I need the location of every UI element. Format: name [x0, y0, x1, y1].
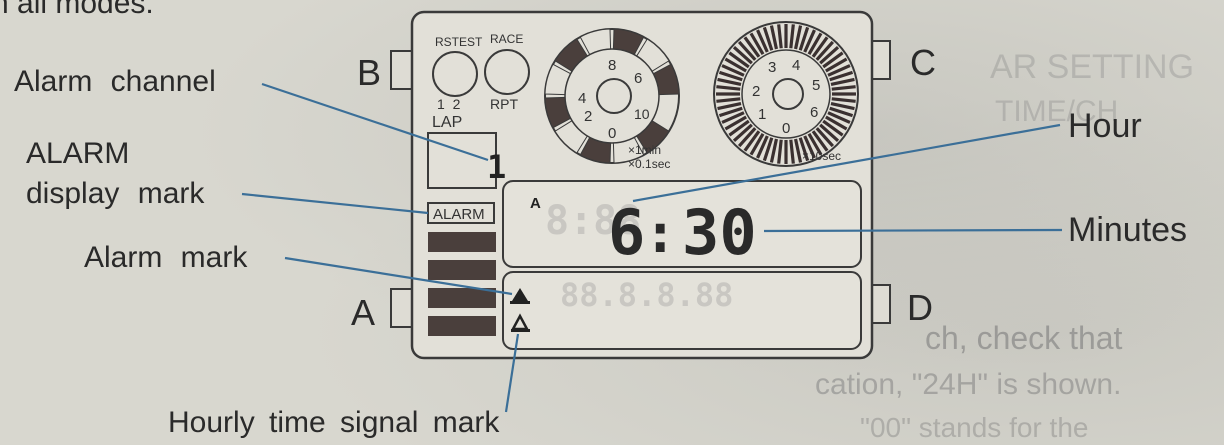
minutes-dial-number: 10	[634, 106, 650, 122]
callout-alarm-display-line2: display mark	[26, 177, 205, 210]
seconds-dial-number: 5	[812, 77, 820, 94]
seconds-dial-number: 1	[758, 106, 766, 123]
ghost-segments: 88.8.8.88	[560, 276, 733, 314]
display-a-mark: A	[530, 195, 541, 212]
seconds-dial-number: 3	[768, 59, 776, 76]
segment-block	[428, 260, 496, 280]
minutes-dial-number: 6	[634, 70, 642, 87]
callout-minutes: Minutes	[1068, 211, 1188, 249]
leader-alarm-display	[241, 192, 429, 215]
callout-hourly-signal: Hourly time signal mark	[168, 406, 500, 439]
seconds-dial-number: 2	[752, 83, 760, 100]
minutes-dial-number: 2	[584, 108, 592, 125]
button-d-label: D	[907, 287, 933, 328]
segment-block	[428, 288, 496, 308]
minutes-unit-label: ×1min	[628, 143, 661, 157]
leader-minutes	[763, 228, 1063, 233]
rpt-label: RPT	[490, 96, 518, 112]
channel-value: 1	[487, 148, 506, 186]
seconds-unit-label: ×0.1sec	[628, 157, 670, 171]
callout-alarm-mark: Alarm mark	[84, 241, 248, 274]
time-minutes: 30	[682, 196, 757, 269]
lap-label: LAP	[432, 114, 462, 131]
minutes-dial-number: 8	[608, 57, 616, 74]
time-hour: 6	[608, 196, 645, 269]
alarm-display-mark: ALARM	[433, 206, 485, 223]
button-c-label: C	[910, 42, 936, 83]
button-a-label: A	[351, 292, 376, 333]
seconds-dial: 3 4 2 5 1 6 0 ×10sec	[713, 21, 859, 167]
segment-block	[428, 316, 496, 336]
time-colon: :	[644, 202, 677, 265]
minutes-dial-number: 4	[578, 90, 586, 107]
alarm-mark-icon-base	[510, 301, 530, 304]
seconds-dial-number: 4	[792, 57, 800, 74]
segment-block	[428, 232, 496, 252]
rstest-label: RSTEST	[435, 35, 483, 49]
button-a	[390, 288, 414, 328]
button-b	[390, 50, 414, 90]
lap-numbers: 1 2	[437, 96, 461, 112]
hourly-signal-icon-base	[511, 329, 530, 332]
seconds-dial-number: 6	[810, 104, 818, 121]
minutes-dial-number: 0	[608, 125, 616, 142]
button-b-label: B	[357, 52, 382, 93]
callout-hour: Hour	[1068, 107, 1142, 145]
race-label: RACE	[490, 32, 523, 46]
callout-alarm-display-line1: ALARM	[26, 137, 130, 170]
ten-seconds-unit-label: ×10sec	[802, 149, 841, 163]
seconds-dial-number: 0	[782, 120, 790, 137]
callout-alarm-channel: Alarm channel	[14, 65, 216, 98]
